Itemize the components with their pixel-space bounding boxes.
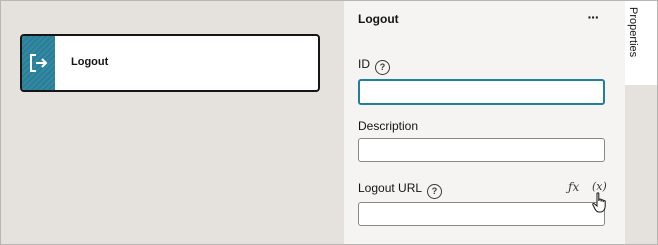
designer-window: Logout Logout ··· ID? Description Logout… [0, 0, 658, 245]
logout-icon [30, 54, 48, 72]
id-input[interactable] [358, 79, 605, 105]
description-label: Description [358, 119, 419, 133]
node-label: Logout [71, 56, 109, 68]
panel-title: Logout [358, 12, 399, 26]
help-icon[interactable]: ? [375, 60, 390, 75]
properties-panel: Logout ··· ID? Description Logout URL? ƒ… [344, 1, 625, 244]
logout-url-label: Logout URL [358, 181, 423, 195]
node-icon-tile [22, 36, 55, 90]
help-icon[interactable]: ? [427, 184, 443, 199]
logout-action-node[interactable]: Logout [20, 34, 320, 92]
logout-url-label-row: Logout URL? [358, 181, 443, 199]
tab-properties-label: Properties [627, 7, 639, 58]
id-label: ID [358, 57, 370, 71]
description-input[interactable] [358, 138, 605, 162]
tab-properties[interactable]: Properties [625, 1, 657, 85]
logout-url-input[interactable] [358, 202, 605, 226]
hand-pointer-icon [592, 192, 606, 213]
id-label-row: ID? [358, 57, 390, 75]
more-options-button[interactable]: ··· [582, 7, 604, 29]
flow-canvas[interactable]: Logout [1, 1, 344, 244]
description-label-row: Description [358, 119, 418, 133]
more-icon: ··· [587, 9, 600, 25]
expression-editor-button[interactable]: ƒx [568, 180, 579, 194]
side-tab-rail: Properties [625, 1, 657, 244]
